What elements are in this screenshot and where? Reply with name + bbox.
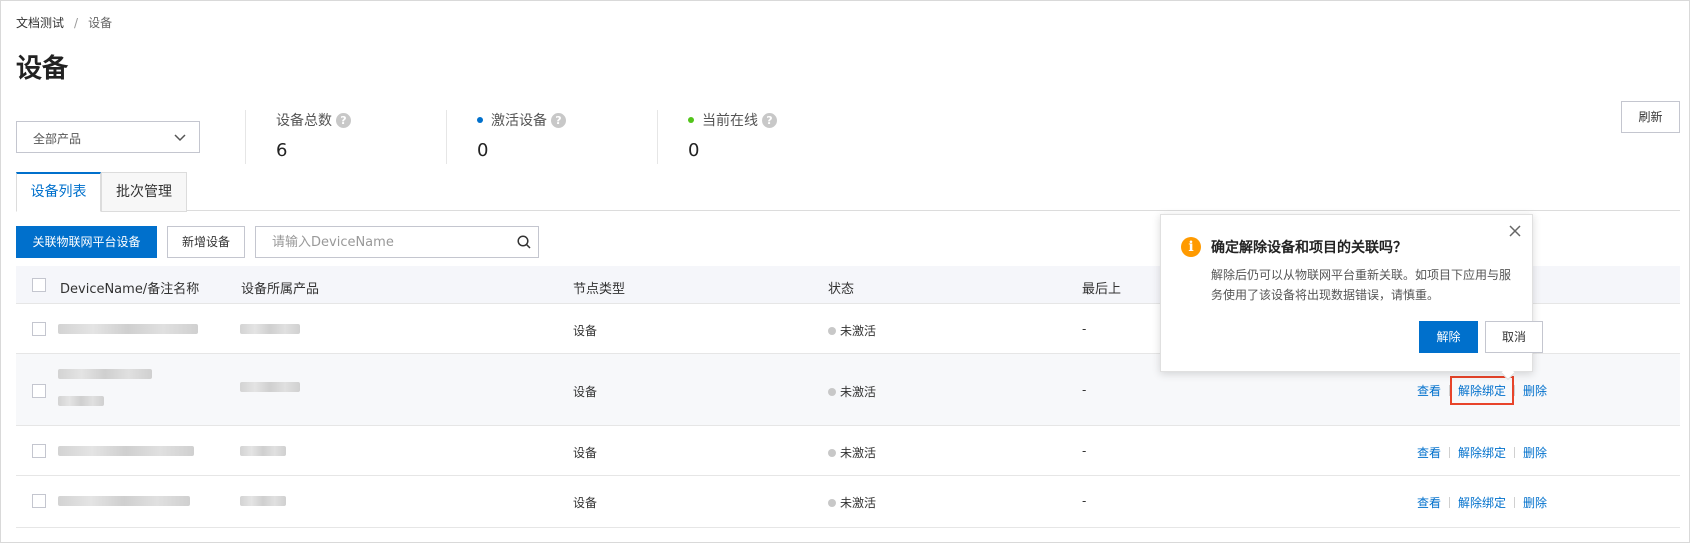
status-dot-icon (828, 388, 836, 396)
delete-link[interactable]: 删除 (1523, 496, 1547, 510)
popover-title: 确定解除设备和项目的关联吗？ (1211, 240, 1407, 256)
chevron-down-icon (174, 134, 186, 142)
tab-batch-management[interactable]: 批次管理 (101, 172, 187, 212)
stat-divider (245, 110, 246, 164)
header-device-name: DeviceName/备注名称 (60, 282, 200, 297)
row-checkbox[interactable] (32, 494, 46, 508)
redacted-product-name (240, 324, 300, 334)
table-row: 设备 未激活 - 查看 解除绑定 删除 (16, 476, 1680, 528)
header-last-online: 最后上 (1082, 282, 1122, 297)
stat-total-label: 设备总数 (276, 113, 332, 129)
cancel-button[interactable]: 取消 (1485, 321, 1543, 353)
status-text: 未激活 (840, 496, 877, 510)
action-divider (1514, 497, 1516, 508)
refresh-button[interactable]: 刷新 (1621, 101, 1680, 133)
row-actions: 查看 解除绑定 删除 (1417, 444, 1547, 461)
breadcrumb-separator: / (74, 16, 79, 30)
unbind-confirm-popover: i 确定解除设备和项目的关联吗？ 解除后仍可以从物联网平台重新关联。如项目下应用… (1160, 214, 1543, 381)
redacted-product-name (240, 496, 286, 506)
help-icon[interactable]: ? (762, 112, 777, 128)
delete-link[interactable]: 删除 (1523, 384, 1547, 398)
help-icon[interactable]: ? (336, 112, 351, 128)
view-link[interactable]: 查看 (1417, 384, 1441, 398)
last-online: - (1082, 383, 1087, 397)
last-online: - (1082, 494, 1087, 508)
redacted-device-name (58, 446, 194, 456)
status-dot-icon (828, 327, 836, 335)
view-link[interactable]: 查看 (1417, 496, 1441, 510)
tab-bar: 设备列表 批次管理 (16, 172, 1680, 212)
view-link[interactable]: 查看 (1417, 446, 1441, 460)
status: 未激活 (828, 444, 876, 461)
breadcrumb: 文档测试 / 设备 (16, 14, 112, 31)
breadcrumb-current: 设备 (88, 16, 113, 30)
add-device-button[interactable]: 新增设备 (167, 226, 245, 258)
redacted-device-name (58, 324, 198, 334)
unbind-link-highlighted[interactable]: 解除绑定 (1450, 376, 1515, 405)
search-input[interactable] (270, 228, 510, 256)
header-product: 设备所属产品 (241, 282, 320, 297)
link-iot-device-button[interactable]: 关联物联网平台设备 (16, 226, 157, 258)
product-select-value: 全部产品 (33, 132, 82, 146)
breadcrumb-root[interactable]: 文档测试 (16, 16, 64, 30)
redacted-remark-name (58, 396, 104, 406)
stat-total-value: 6 (276, 140, 288, 161)
search-icon[interactable] (516, 234, 532, 250)
active-dot-icon (477, 117, 483, 123)
unbind-link[interactable]: 解除绑定 (1458, 496, 1506, 510)
row-checkbox[interactable] (32, 322, 46, 336)
row-actions: 查看 解除绑定 删除 (1417, 376, 1547, 405)
stat-active-label: 激活设备 (491, 113, 547, 129)
row-actions: 查看 解除绑定 删除 (1417, 494, 1547, 511)
row-checkbox[interactable] (32, 384, 46, 398)
status: 未激活 (828, 322, 876, 339)
action-divider (1449, 447, 1451, 458)
last-online: - (1082, 322, 1087, 336)
popover-message: 解除后仍可以从物联网平台重新关联。如项目下应用与服务使用了该设备将出现数据错误，… (1211, 268, 1512, 302)
status-text: 未激活 (840, 324, 877, 338)
search-box (255, 226, 539, 258)
stat-total-devices: 设备总数? 6 (276, 110, 351, 166)
status-text: 未激活 (840, 446, 877, 460)
product-select[interactable]: 全部产品 (16, 121, 200, 153)
redacted-product-name (240, 446, 286, 456)
status-text: 未激活 (840, 385, 877, 399)
node-type: 设备 (573, 446, 598, 460)
status-dot-icon (828, 449, 836, 457)
stat-divider (446, 110, 447, 164)
status: 未激活 (828, 494, 876, 511)
action-divider (1449, 497, 1451, 508)
delete-link[interactable]: 删除 (1523, 446, 1547, 460)
redacted-product-name (240, 382, 300, 392)
action-divider (1514, 385, 1516, 396)
node-type: 设备 (573, 324, 598, 338)
header-node-type: 节点类型 (573, 282, 626, 297)
node-type: 设备 (573, 496, 598, 510)
unbind-link[interactable]: 解除绑定 (1458, 446, 1506, 460)
stat-divider (657, 110, 658, 164)
stat-online-value: 0 (688, 140, 700, 161)
stat-active-devices: 激活设备? 0 (477, 110, 566, 166)
confirm-unbind-button[interactable]: 解除 (1419, 321, 1478, 353)
action-divider (1514, 447, 1516, 458)
row-checkbox[interactable] (32, 444, 46, 458)
header-status: 状态 (828, 282, 855, 297)
redacted-device-name (58, 369, 152, 379)
warning-icon: i (1181, 237, 1201, 257)
table-row: 设备 未激活 - 查看 解除绑定 删除 (16, 426, 1680, 476)
select-all-checkbox[interactable] (32, 278, 46, 292)
status-dot-icon (828, 499, 836, 507)
tab-device-list[interactable]: 设备列表 (16, 172, 101, 212)
close-icon[interactable] (1507, 223, 1523, 239)
redacted-device-name (58, 496, 190, 506)
status: 未激活 (828, 383, 876, 400)
stat-online-devices: 当前在线? 0 (688, 110, 777, 166)
help-icon[interactable]: ? (551, 112, 566, 128)
page-title: 设备 (16, 54, 69, 84)
node-type: 设备 (573, 385, 598, 399)
stat-active-value: 0 (477, 140, 489, 161)
online-dot-icon (688, 117, 694, 123)
stat-online-label: 当前在线 (702, 113, 758, 129)
last-online: - (1082, 444, 1087, 458)
